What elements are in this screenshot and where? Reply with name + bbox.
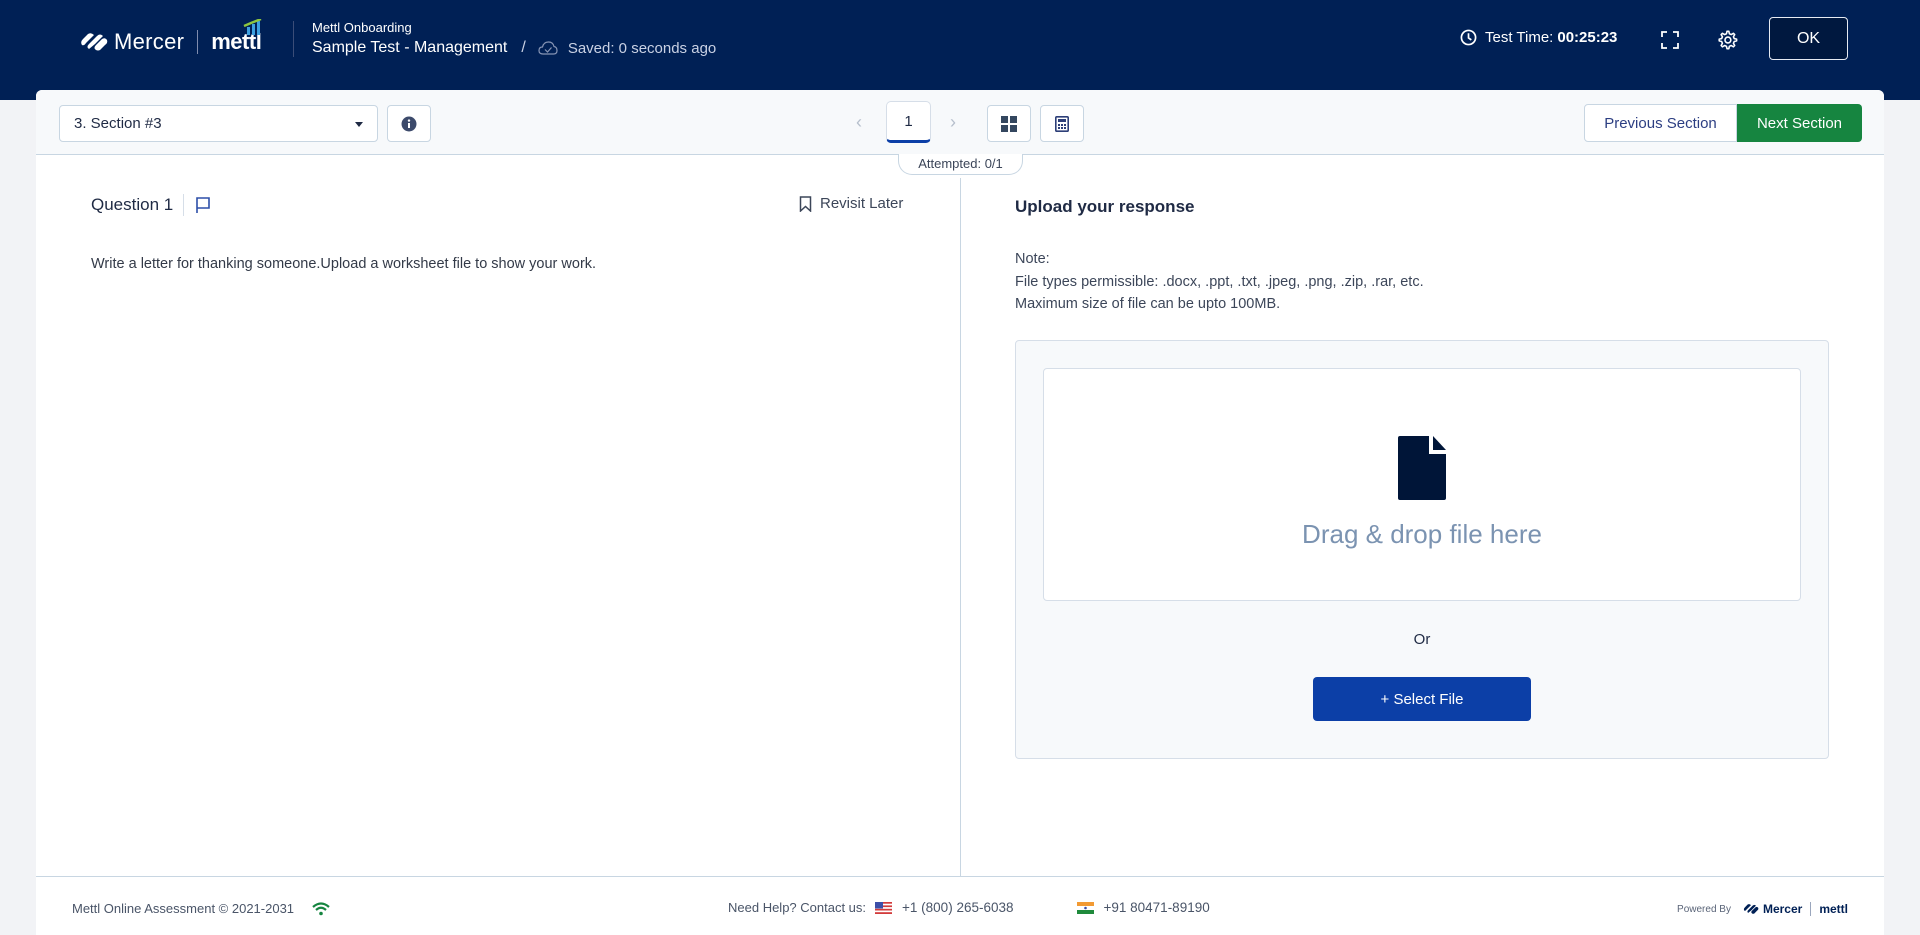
mercer-logo-icon (81, 33, 108, 51)
mettl-brand: mettl (211, 19, 262, 55)
question-grid-button[interactable] (987, 105, 1031, 142)
phone-india[interactable]: +91 80471-89190 (1104, 900, 1210, 915)
file-icon (1398, 436, 1446, 500)
or-separator: Or (1413, 631, 1431, 648)
question-title: Question 1 (91, 195, 174, 214)
footer-copyright: Mettl Online Assessment © 2021-2031 (72, 901, 330, 916)
revisit-later-button[interactable]: Revisit Later (799, 195, 903, 212)
upload-note: Note: File types permissible: .docx, .pp… (1015, 248, 1424, 316)
bookmark-icon (799, 195, 812, 212)
info-icon (401, 116, 417, 131)
footer: Mettl Online Assessment © 2021-2031 Need… (36, 876, 1884, 935)
footer-help: Need Help? Contact us: +1 (800) 265-6038… (728, 900, 1210, 915)
section-dropdown-value: 3. Section #3 (74, 115, 162, 132)
settings-icon (1718, 30, 1738, 50)
next-question-arrow[interactable]: › (950, 112, 956, 133)
caret-down-icon (355, 122, 363, 127)
test-timer: Test Time: 00:25:23 (1460, 29, 1617, 46)
question-number-1[interactable]: 1 (886, 101, 931, 143)
logo-divider (197, 30, 199, 54)
clock-icon (1460, 29, 1477, 46)
section-dropdown[interactable]: 3. Section #3 (59, 105, 378, 142)
fullscreen-icon (1661, 31, 1679, 49)
powered-mettl-text: mettl (1819, 902, 1848, 916)
flag-icon[interactable] (194, 196, 212, 214)
drag-drop-zone[interactable]: Drag & drop file here (1043, 368, 1801, 601)
powered-by-label: Powered By (1677, 903, 1731, 915)
select-file-button[interactable]: + Select File (1313, 677, 1531, 721)
mercer-mettl-logo: Mercer mettl (80, 19, 262, 58)
next-section-button[interactable]: Next Section (1737, 104, 1862, 142)
timer-value: 00:25:23 (1557, 29, 1618, 46)
question-text: Write a letter for thanking someone.Uplo… (91, 256, 597, 272)
drag-drop-text: Drag & drop file here (1302, 519, 1542, 549)
test-panel: 3. Section #3 ‹ 1 › Previous Section Nex… (36, 90, 1884, 935)
note-max-size: Maximum size of file can be upto 100MB. (1015, 296, 1281, 312)
copyright-text: Mettl Online Assessment © 2021-2031 (72, 901, 295, 916)
powered-by: Powered By Mercer mettl (1677, 902, 1848, 916)
org-name: Mettl Onboarding (312, 20, 412, 35)
top-header: Mercer mettl Mettl Onboarding Sample Tes… (0, 0, 1920, 100)
fullscreen-button[interactable] (1656, 26, 1684, 54)
upload-area: Drag & drop file here Or + Select File (1015, 340, 1829, 759)
help-label: Need Help? Contact us: (728, 900, 867, 915)
note-label: Note: (1015, 251, 1050, 267)
grid-icon (1001, 115, 1017, 132)
powered-mercer-text: Mercer (1762, 902, 1803, 916)
note-file-types: File types permissible: .docx, .ppt, .tx… (1015, 273, 1424, 290)
powered-logo-divider (1810, 902, 1812, 916)
wifi-icon (312, 901, 330, 915)
india-flag-icon (1076, 901, 1094, 914)
powered-by-logo: Mercer mettl (1743, 902, 1848, 916)
section-navigation: Previous Section Next Section (1584, 104, 1862, 142)
calculator-button[interactable] (1040, 105, 1084, 142)
page-margin-left (0, 100, 36, 935)
breadcrumb-separator: / (521, 39, 526, 56)
phone-us[interactable]: +1 (800) 265-6038 (902, 900, 1013, 915)
ok-button[interactable]: OK (1769, 17, 1848, 60)
page-margin-right (1884, 100, 1920, 935)
title-divider (183, 194, 185, 216)
test-info: Sample Test - Management / Saved: 0 seco… (312, 39, 716, 57)
question-header: Question 1 (91, 194, 212, 216)
cloud-check-icon (538, 41, 558, 55)
settings-button[interactable] (1713, 26, 1741, 54)
question-toolbar: 3. Section #3 ‹ 1 › Previous Section Nex… (36, 90, 1884, 155)
timer-label: Test Time: (1485, 29, 1554, 46)
mettl-bars-icon (243, 19, 262, 35)
revisit-later-label: Revisit Later (820, 195, 904, 212)
panel-divider (960, 178, 961, 876)
calculator-icon (1055, 115, 1069, 132)
save-status: Saved: 0 seconds ago (567, 39, 717, 57)
section-info-button[interactable] (387, 105, 431, 142)
attempted-count: Attempted: 0/1 (898, 154, 1023, 175)
previous-question-arrow[interactable]: ‹ (856, 112, 862, 133)
us-flag-icon (875, 901, 893, 914)
upload-title: Upload your response (1015, 197, 1195, 216)
mercer-brand-text: Mercer (114, 29, 185, 54)
previous-section-button[interactable]: Previous Section (1584, 104, 1737, 142)
mercer-logo-icon (1743, 904, 1759, 914)
header-divider (293, 21, 294, 57)
test-name: Sample Test - Management (312, 39, 508, 56)
